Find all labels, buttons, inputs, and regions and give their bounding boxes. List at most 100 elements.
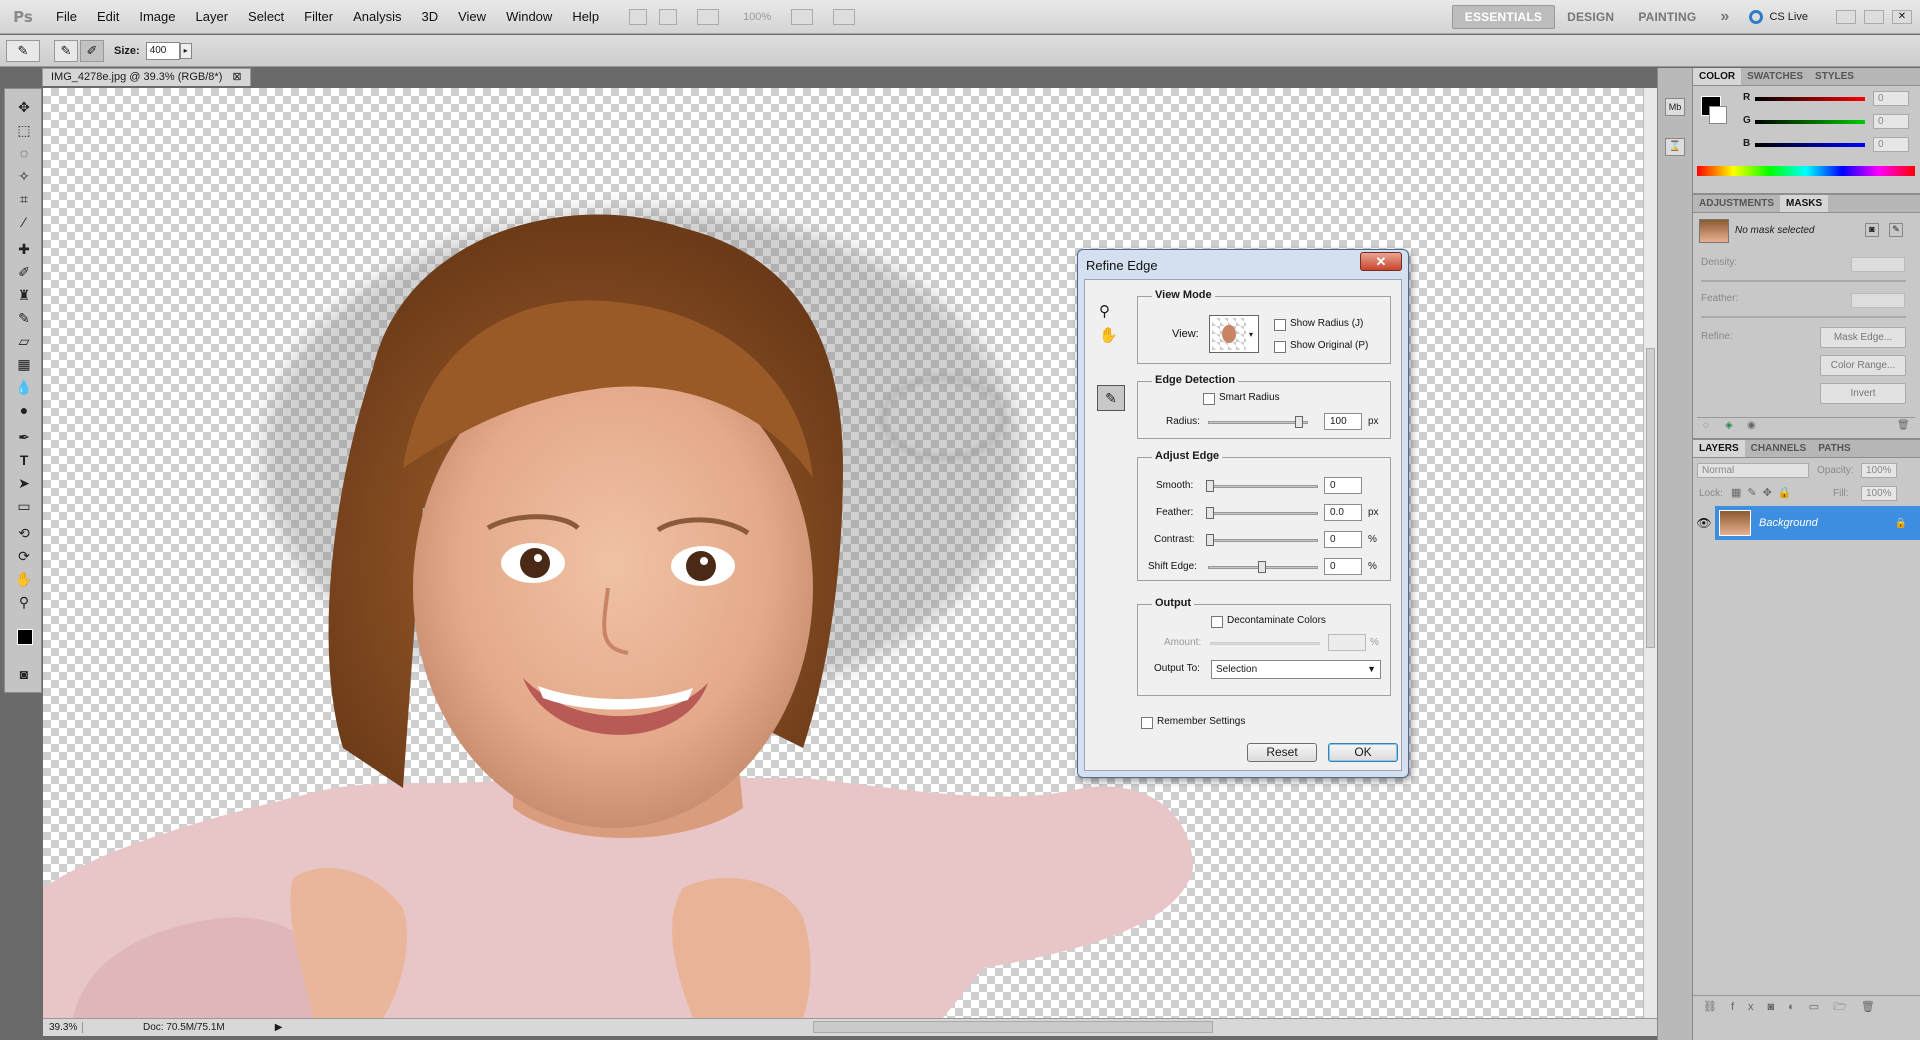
menu-3d[interactable]: 3D — [411, 0, 448, 34]
show-original-checkbox[interactable] — [1274, 341, 1286, 353]
history-panel-icon[interactable]: ⌛ — [1665, 138, 1685, 156]
hand-tool-icon[interactable]: ✋ — [13, 569, 35, 589]
close-document-icon[interactable]: ⊠ — [232, 69, 241, 86]
workspace-design[interactable]: DESIGN — [1555, 10, 1626, 24]
menu-select[interactable]: Select — [238, 0, 294, 34]
blend-mode-select[interactable]: Normal — [1697, 463, 1809, 478]
contrast-slider-track[interactable] — [1208, 539, 1318, 542]
dodge-tool-icon[interactable]: ● — [13, 400, 35, 420]
show-radius-checkbox[interactable] — [1274, 319, 1286, 331]
tab-color[interactable]: COLOR — [1693, 68, 1742, 85]
menu-view[interactable]: View — [448, 0, 496, 34]
contrast-input[interactable]: 0 — [1324, 531, 1362, 548]
minimize-button[interactable] — [1836, 9, 1856, 24]
output-to-select[interactable]: Selection ▼ — [1211, 660, 1381, 679]
radius-slider-thumb[interactable] — [1295, 416, 1303, 428]
bridge-icon[interactable] — [629, 8, 648, 25]
quick-selection-tool-icon[interactable]: ✧ — [13, 166, 35, 186]
arrange-documents-icon[interactable] — [791, 8, 814, 25]
menu-window[interactable]: Window — [496, 0, 562, 34]
green-channel-slider[interactable] — [1755, 120, 1865, 124]
blue-value-field[interactable]: 0 — [1873, 137, 1909, 152]
fill-field[interactable]: 100% — [1861, 486, 1897, 501]
more-workspaces-button[interactable]: » — [1708, 8, 1741, 26]
tab-paths[interactable]: PATHS — [1812, 440, 1856, 457]
menu-analysis[interactable]: Analysis — [343, 0, 411, 34]
ok-button[interactable]: OK — [1328, 743, 1398, 762]
output-to-dropdown-arrow-icon[interactable]: ▼ — [1367, 661, 1376, 678]
vertical-scroll-thumb[interactable] — [1646, 348, 1655, 648]
foreground-color-swatch[interactable] — [17, 629, 33, 645]
menu-file[interactable]: File — [46, 0, 87, 34]
feather-slider-track[interactable] — [1208, 512, 1318, 515]
menu-edit[interactable]: Edit — [87, 0, 129, 34]
history-brush-tool-icon[interactable]: ✎ — [13, 308, 35, 328]
apply-mask-icon[interactable]: ◈ — [1725, 420, 1733, 431]
remember-settings-checkbox[interactable] — [1141, 717, 1153, 729]
move-tool-icon[interactable]: ✥ — [13, 97, 35, 117]
close-window-button[interactable]: ✕ — [1892, 9, 1912, 24]
tab-swatches[interactable]: SWATCHES — [1741, 68, 1809, 85]
layers-panel-footer-icons[interactable]: ⛓fx◙◐▭🗁🗑 — [1693, 995, 1920, 1017]
eraser-tool-icon[interactable]: ▱ — [13, 331, 35, 351]
zoom-level-dropdown[interactable]: 100% — [743, 11, 771, 23]
path-selection-tool-icon[interactable]: ➤ — [13, 473, 35, 493]
menu-help[interactable]: Help — [562, 0, 609, 34]
gradient-tool-icon[interactable]: ▦ — [13, 354, 35, 374]
type-tool-icon[interactable]: T — [13, 450, 35, 470]
blur-tool-icon[interactable]: 💧 — [13, 377, 35, 397]
contrast-slider-thumb[interactable] — [1206, 534, 1214, 546]
red-channel-slider[interactable] — [1755, 97, 1865, 101]
tab-styles[interactable]: STYLES — [1809, 68, 1860, 85]
cs-live-button[interactable]: CS Live — [1769, 11, 1808, 23]
load-selection-icon[interactable]: ◌ — [1703, 420, 1709, 431]
size-input[interactable]: 400 — [145, 41, 180, 60]
zoom-percentage[interactable]: 39.3% — [43, 1022, 83, 1033]
reset-button[interactable]: Reset — [1247, 743, 1317, 762]
crop-tool-icon[interactable]: ⌗ — [13, 189, 35, 209]
document-tab[interactable]: IMG_4278e.jpg @ 39.3% (RGB/8*) ⊠ — [42, 68, 251, 86]
mini-bridge-icon[interactable] — [659, 8, 678, 25]
refine-radius-tool-icon[interactable]: ✎ — [54, 39, 78, 62]
quick-mask-mode-icon[interactable]: ◙ — [13, 664, 35, 684]
blue-channel-slider[interactable] — [1755, 143, 1865, 147]
smooth-slider-track[interactable] — [1208, 485, 1318, 488]
color-spectrum-ramp[interactable] — [1697, 166, 1915, 176]
3d-orbit-tool-icon[interactable]: ⟳ — [13, 546, 35, 566]
workspace-essentials[interactable]: ESSENTIALS — [1451, 4, 1556, 29]
lock-icons[interactable]: ▦✎✥🔒 — [1731, 486, 1798, 499]
tab-channels[interactable]: CHANNELS — [1745, 440, 1813, 457]
tab-layers[interactable]: LAYERS — [1693, 440, 1745, 457]
hand-tool-icon[interactable]: ✋ — [1099, 326, 1118, 344]
view-mode-dropdown-arrow-icon[interactable]: ▾ — [1249, 330, 1253, 339]
brush-tool-icon[interactable]: ✐ — [13, 262, 35, 282]
delete-mask-icon[interactable]: 🗑 — [1897, 420, 1910, 431]
smart-radius-checkbox[interactable] — [1203, 393, 1215, 405]
vertical-scrollbar[interactable] — [1643, 88, 1657, 1018]
workspace-painting[interactable]: PAINTING — [1626, 10, 1708, 24]
smooth-input[interactable]: 0 — [1324, 477, 1362, 494]
add-vector-mask-icon[interactable]: ✎ — [1889, 223, 1903, 237]
menu-layer[interactable]: Layer — [186, 0, 239, 34]
add-pixel-mask-icon[interactable]: ◙ — [1865, 223, 1879, 237]
mini-bridge-panel-icon[interactable]: Mb — [1665, 98, 1685, 116]
3d-rotate-tool-icon[interactable]: ⟲ — [13, 523, 35, 543]
refine-radius-tool-icon[interactable]: ✎ — [1097, 385, 1125, 411]
smooth-slider-thumb[interactable] — [1206, 480, 1214, 492]
tool-preset-picker[interactable]: ✎ — [6, 39, 40, 62]
size-dropdown-arrow[interactable]: ▸ — [179, 42, 192, 59]
layer-name[interactable]: Background — [1759, 517, 1818, 529]
layer-row-background[interactable]: 👁 Background 🔒 — [1693, 506, 1920, 540]
shift-edge-input[interactable]: 0 — [1324, 558, 1362, 575]
menu-image[interactable]: Image — [129, 0, 185, 34]
marquee-tool-icon[interactable]: ⬚ — [13, 120, 35, 140]
red-value-field[interactable]: 0 — [1873, 91, 1909, 106]
healing-brush-tool-icon[interactable]: ✚ — [13, 239, 35, 259]
restore-button[interactable] — [1864, 9, 1884, 24]
green-value-field[interactable]: 0 — [1873, 114, 1909, 129]
tab-adjustments[interactable]: ADJUSTMENTS — [1693, 195, 1780, 212]
dialog-close-button[interactable]: ✕ — [1360, 252, 1402, 271]
tab-masks[interactable]: MASKS — [1780, 195, 1829, 212]
pen-tool-icon[interactable]: ✒ — [13, 427, 35, 447]
eyedropper-tool-icon[interactable]: ⁄ — [13, 212, 35, 232]
